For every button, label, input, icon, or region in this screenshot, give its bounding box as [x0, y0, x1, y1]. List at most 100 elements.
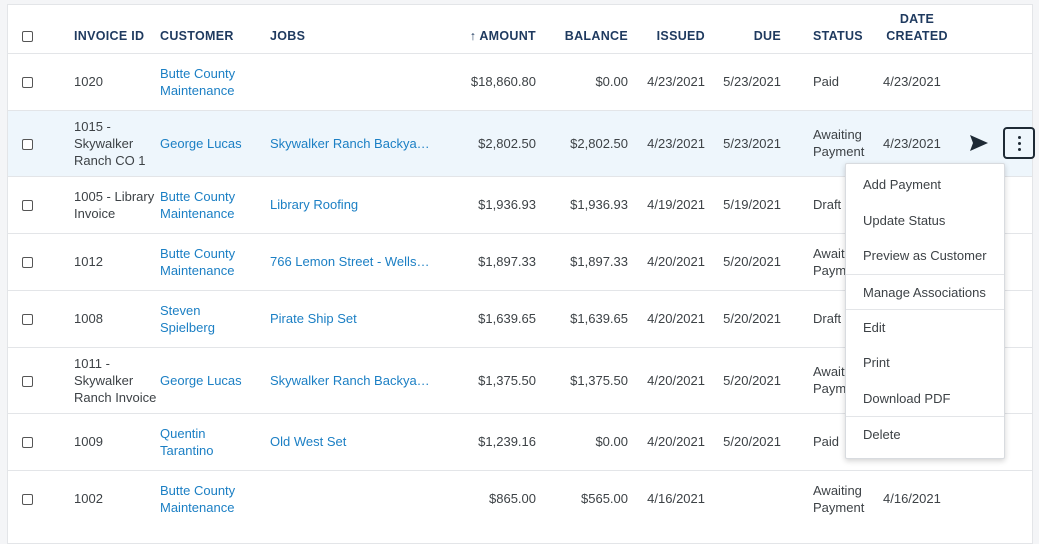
invoice-id: 1012 — [74, 254, 103, 269]
job-link[interactable]: Skywalker Ranch Backyard Landscaping — [270, 135, 430, 152]
row-checkbox[interactable] — [22, 494, 33, 506]
customer-link[interactable]: Butte County — [160, 66, 235, 81]
header-due[interactable]: DUE — [713, 5, 789, 53]
row-checkbox[interactable] — [22, 138, 33, 150]
due-date: 5/20/2021 — [723, 254, 781, 269]
customer-link[interactable]: Butte County — [160, 483, 235, 498]
invoice-id: Ranch CO 1 — [74, 152, 146, 168]
customer-link[interactable]: Maintenance — [160, 83, 234, 98]
job-link[interactable]: Library Roofing — [270, 196, 430, 213]
customer-cell: Butte County Maintenance — [160, 469, 270, 527]
job-link[interactable]: 766 Lemon Street - Wells Fargo — [270, 253, 430, 270]
header-status[interactable]: STATUS — [789, 5, 873, 53]
invoice-id-cell: 1008 — [54, 289, 160, 347]
customer-link[interactable]: Quentin — [160, 426, 206, 441]
menu-item-manage-associations[interactable]: Manage Associations — [846, 273, 1004, 310]
jobs-cell: Skywalker Ranch Backyard Landscaping — [270, 346, 440, 413]
kebab-menu-button[interactable] — [1003, 127, 1035, 159]
amount-cell: $1,897.33 — [440, 232, 544, 290]
status-text: Awaiting — [813, 482, 862, 498]
status-text: Awaiting — [813, 127, 862, 142]
jobs-cell: Skywalker Ranch Backyard Landscaping — [270, 109, 440, 176]
date-created-cell: 4/23/2021 — [873, 52, 961, 110]
balance: $0.00 — [595, 434, 628, 449]
amount-cell: $1,239.16 — [440, 412, 544, 470]
menu-item-add-payment[interactable]: Add Payment — [846, 167, 1004, 203]
customer-link[interactable]: George Lucas — [160, 136, 242, 151]
header-invoice-id[interactable]: INVOICE ID — [54, 5, 160, 53]
header-customer[interactable]: CUSTOMER — [160, 5, 270, 53]
menu-item-edit[interactable]: Edit — [846, 309, 1004, 345]
job-link[interactable]: Old West Set — [270, 433, 430, 450]
header-jobs[interactable]: JOBS — [270, 5, 440, 53]
customer-link[interactable]: Butte County — [160, 246, 235, 261]
date-created-cell: 4/16/2021 — [873, 469, 961, 527]
invoice-id: Invoice — [74, 205, 116, 221]
amount-cell: $18,860.80 — [440, 52, 544, 110]
due-date-cell: 5/20/2021 — [713, 346, 789, 413]
job-link[interactable]: Pirate Ship Set — [270, 310, 430, 327]
menu-item-update-status[interactable]: Update Status — [846, 203, 1004, 239]
header-actions — [961, 5, 1032, 53]
row-select-cell — [8, 232, 54, 290]
customer-cell: George Lucas — [160, 109, 270, 176]
header-amount[interactable]: ↑ AMOUNT — [440, 5, 544, 53]
due-date-cell: 5/20/2021 — [713, 289, 789, 347]
menu-item-preview-as-customer[interactable]: Preview as Customer — [846, 238, 1004, 274]
row-select-cell — [8, 289, 54, 347]
send-icon[interactable] — [969, 134, 988, 152]
amount: $1,639.65 — [478, 311, 536, 326]
invoice-id: 1002 — [74, 491, 103, 507]
menu-item-print[interactable]: Print — [846, 345, 1004, 381]
customer-link[interactable]: Spielberg — [160, 320, 215, 335]
due-date-cell: 5/20/2021 — [713, 232, 789, 290]
select-all-cell — [8, 5, 54, 53]
invoice-id: 1015 - — [74, 118, 111, 134]
customer-link[interactable]: Maintenance — [160, 206, 234, 221]
table-row[interactable]: 1020 Butte County Maintenance $18,860.80 $0.… — [8, 52, 1032, 110]
due-date: 5/23/2021 — [723, 135, 781, 151]
invoice-id: Skywalker — [74, 372, 134, 388]
row-checkbox[interactable] — [22, 375, 33, 387]
customer-cell: Butte County Maintenance — [160, 52, 270, 110]
kebab-dot-icon — [1017, 135, 1021, 139]
job-link[interactable]: Skywalker Ranch Backyard Landscaping — [270, 372, 430, 389]
customer-link[interactable]: Maintenance — [160, 500, 234, 515]
customer-cell: Butte County Maintenance — [160, 175, 270, 233]
customer-cell: Quentin Tarantino — [160, 412, 270, 470]
table-row[interactable]: 1002 Butte County Maintenance $865.00 $565.0… — [8, 469, 1032, 527]
balance-cell: $1,936.93 — [544, 175, 636, 233]
row-checkbox[interactable] — [22, 314, 33, 326]
customer-link[interactable]: Maintenance — [160, 263, 234, 278]
row-checkbox[interactable] — [22, 437, 33, 449]
amount: $1,936.93 — [478, 197, 536, 212]
amount: $1,239.16 — [478, 434, 536, 449]
row-checkbox[interactable] — [22, 257, 33, 269]
header-issued[interactable]: ISSUED — [636, 5, 713, 53]
customer-link[interactable]: Steven — [160, 303, 200, 318]
row-checkbox[interactable] — [22, 200, 33, 212]
jobs-cell: Library Roofing — [270, 175, 440, 233]
row-select-cell — [8, 469, 54, 527]
balance-cell: $1,897.33 — [544, 232, 636, 290]
menu-item-download-pdf[interactable]: Download PDF — [846, 381, 1004, 417]
header-balance[interactable]: BALANCE — [544, 5, 636, 53]
invoice-id-cell: 1012 — [54, 232, 160, 290]
status-cell: Awaiting Payment — [789, 469, 873, 527]
amount: $2,802.50 — [478, 135, 536, 151]
header-date-created[interactable]: DATE CREATED — [873, 5, 961, 53]
customer-link[interactable]: George Lucas — [160, 373, 242, 388]
balance: $1,897.33 — [570, 254, 628, 269]
due-date-cell: 5/23/2021 — [713, 52, 789, 110]
customer-link[interactable]: Tarantino — [160, 443, 213, 458]
issued-date: 4/20/2021 — [647, 311, 705, 326]
issued-date: 4/19/2021 — [647, 197, 705, 212]
row-checkbox[interactable] — [22, 77, 33, 89]
table-header-row: INVOICE ID CUSTOMER JOBS ↑ AMOUNT BALANCE… — [8, 5, 1032, 53]
select-all-checkbox[interactable] — [22, 30, 33, 42]
issued-date-cell: 4/20/2021 — [636, 346, 713, 413]
customer-link[interactable]: Butte County — [160, 189, 235, 204]
balance-cell: $0.00 — [544, 52, 636, 110]
balance-cell: $0.00 — [544, 412, 636, 470]
menu-item-delete[interactable]: Delete — [846, 416, 1004, 452]
